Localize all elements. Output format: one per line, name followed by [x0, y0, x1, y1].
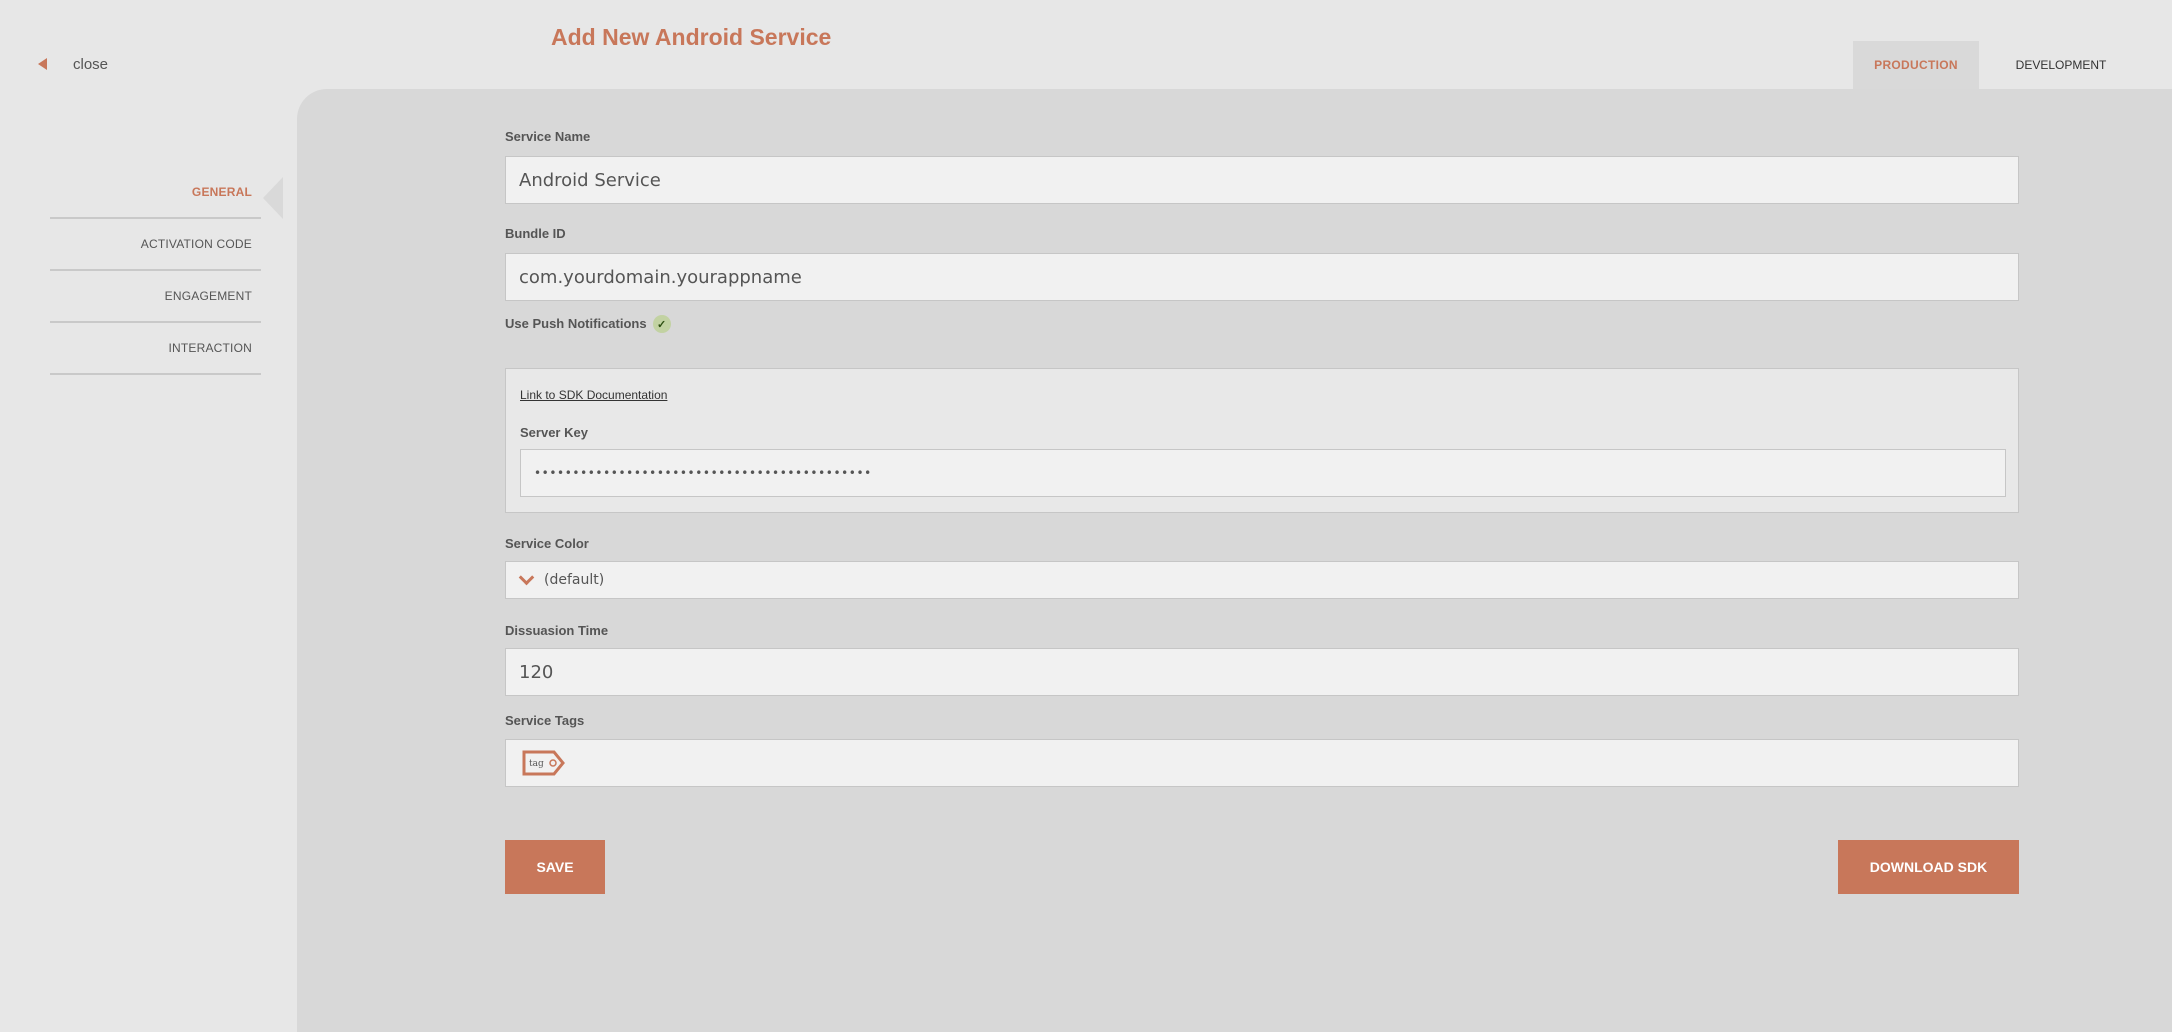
check-icon[interactable]: ✓ — [652, 315, 671, 333]
dissuasion-time-label: Dissuasion Time — [505, 623, 609, 638]
dissuasion-time-input[interactable] — [505, 648, 2019, 696]
environment-tabs: PRODUCTION DEVELOPMENT — [1853, 41, 2143, 89]
sidebar-nav: GENERAL ACTIVATION CODE ENGAGEMENT INTER… — [50, 167, 283, 375]
sidebar-item-engagement[interactable]: ENGAGEMENT — [50, 271, 261, 323]
page-title: Add New Android Service — [551, 24, 832, 50]
sidebar-item-activation-code[interactable]: ACTIVATION CODE — [50, 219, 261, 271]
push-notifications-label: Use Push Notifications — [505, 316, 647, 331]
chevron-down-icon — [518, 569, 535, 586]
sdk-documentation-link[interactable]: Link to SDK Documentation — [520, 387, 2004, 403]
push-notifications-row: Use Push Notifications ✓ — [505, 312, 2019, 336]
service-name-label: Service Name — [505, 129, 591, 144]
service-name-input[interactable] — [505, 156, 2019, 204]
server-key-input[interactable] — [520, 449, 2006, 497]
service-tags-label: Service Tags — [505, 713, 585, 728]
push-settings-box: Link to SDK Documentation Server Key — [505, 368, 2019, 513]
sidebar-item-interaction[interactable]: INTERACTION — [50, 323, 261, 375]
service-color-value: (default) — [544, 572, 605, 588]
bundle-id-label: Bundle ID — [505, 226, 566, 241]
close-link[interactable]: close — [38, 52, 108, 76]
service-color-select[interactable]: (default) — [505, 561, 2019, 599]
download-sdk-button[interactable]: DOWNLOAD SDK — [1838, 840, 2019, 894]
tag-icon-text: tag — [529, 759, 544, 769]
bundle-id-input[interactable] — [505, 253, 2019, 301]
close-arrow-icon — [38, 58, 47, 70]
server-key-label: Server Key — [520, 425, 588, 440]
tab-development[interactable]: DEVELOPMENT — [1979, 41, 2143, 89]
close-label: close — [73, 55, 109, 73]
tab-production[interactable]: PRODUCTION — [1853, 41, 1979, 89]
service-color-label: Service Color — [505, 536, 589, 551]
service-form: Service Name Bundle ID Use Push Notifica… — [505, 127, 2019, 787]
sidebar-item-general[interactable]: GENERAL — [50, 167, 283, 219]
save-button[interactable]: SAVE — [505, 840, 605, 894]
service-tags-input[interactable]: tag — [505, 739, 2019, 787]
tag-icon: tag — [522, 750, 565, 776]
